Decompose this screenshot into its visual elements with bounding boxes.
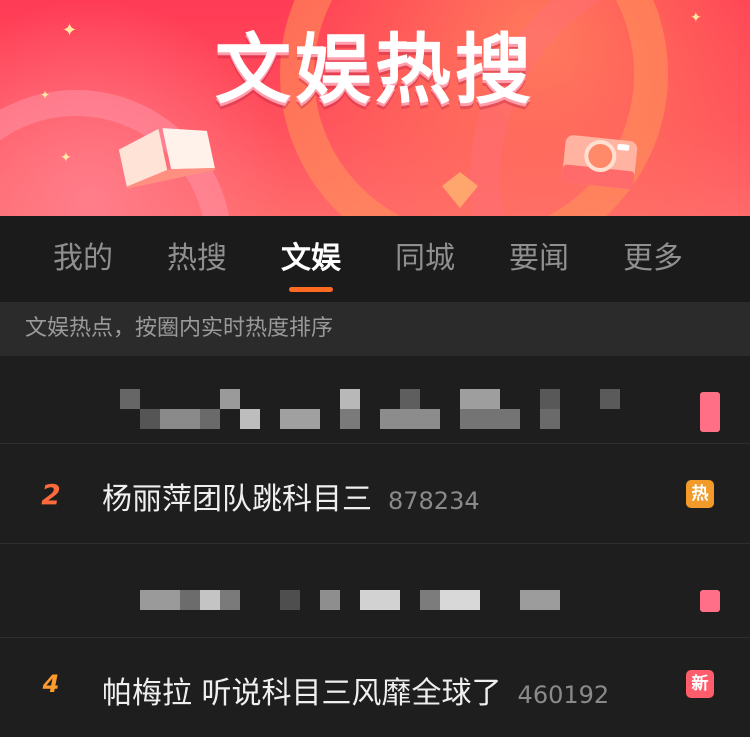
list-item-redacted[interactable] [0, 544, 750, 638]
redacted-block [320, 590, 340, 610]
tab-label: 文娱 [281, 241, 341, 276]
item-title-wrap: 杨丽萍团队跳科目三 878234 [102, 474, 480, 518]
redacted-block [600, 389, 620, 409]
redacted-block [200, 590, 220, 610]
redacted-block [520, 590, 560, 610]
redacted-badge [700, 392, 720, 432]
list-item[interactable]: 2 杨丽萍团队跳科目三 878234 热 [0, 444, 750, 544]
redacted-block [380, 409, 440, 429]
redacted-block [420, 590, 440, 610]
active-tab-indicator [289, 287, 333, 292]
redacted-block [440, 590, 480, 610]
tab-bar: 我的 热搜 文娱 同城 要闻 更多 [0, 216, 750, 302]
redacted-badge [700, 590, 720, 612]
section-subtitle: 文娱热点，按圈内实时热度排序 [0, 302, 750, 356]
sparkle-icon: ✦ [60, 150, 72, 166]
redacted-block [220, 389, 240, 409]
redacted-block [200, 409, 220, 429]
redacted-block [180, 590, 200, 610]
redacted-block [280, 590, 300, 610]
redacted-block [400, 389, 420, 409]
redacted-block [240, 409, 260, 429]
tab-mine[interactable]: 我的 [26, 216, 140, 302]
redacted-block [120, 389, 140, 409]
new-badge: 新 [686, 670, 714, 698]
rank-number: 4 [42, 670, 60, 698]
tab-entertainment[interactable]: 文娱 [254, 216, 368, 302]
redacted-block [220, 590, 240, 610]
redacted-block [140, 409, 160, 429]
redacted-block [140, 590, 180, 610]
hot-badge: 热 [686, 480, 714, 508]
tab-local[interactable]: 同城 [368, 216, 482, 302]
item-title: 帕梅拉 听说科目三风靡全球了 [102, 676, 502, 711]
redacted-block [540, 389, 560, 409]
redacted-block [340, 389, 360, 409]
heat-count: 460192 [517, 681, 610, 709]
redacted-block [460, 409, 520, 429]
redacted-block [340, 409, 360, 429]
rank-number: 2 [41, 478, 61, 511]
redacted-block [460, 389, 500, 409]
redacted-block [160, 409, 200, 429]
banner-title: 文娱热搜 [215, 25, 535, 114]
redacted-block [360, 590, 400, 610]
camera-icon [561, 135, 638, 190]
item-title-wrap: 帕梅拉 听说科目三风靡全球了 460192 [102, 668, 609, 712]
redacted-block [280, 409, 320, 429]
tab-news[interactable]: 要闻 [482, 216, 596, 302]
gem-icon [442, 172, 478, 208]
tab-more[interactable]: 更多 [596, 216, 710, 302]
heat-count: 878234 [388, 487, 480, 515]
item-title: 杨丽萍团队跳科目三 [102, 482, 372, 517]
redacted-block [540, 409, 560, 429]
list-item[interactable]: 4 帕梅拉 听说科目三风靡全球了 460192 新 [0, 638, 750, 737]
list-item-redacted[interactable] [0, 356, 750, 444]
banner: ✦ ✦ ✦ ✦ 文娱热搜 [0, 0, 750, 216]
tab-hot-search[interactable]: 热搜 [140, 216, 254, 302]
